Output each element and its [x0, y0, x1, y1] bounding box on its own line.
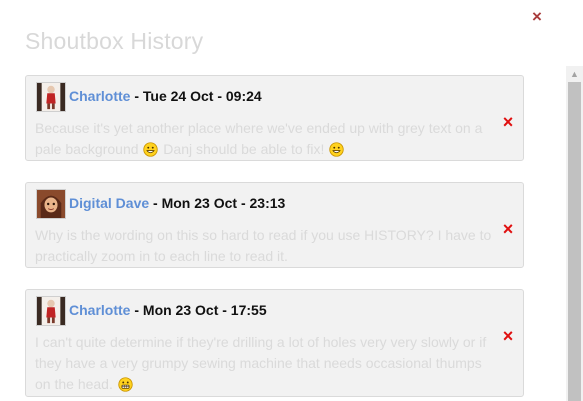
scrollbar[interactable]: ▲ — [566, 66, 583, 401]
avatar — [36, 82, 66, 112]
scroll-up-arrow-icon[interactable]: ▲ — [566, 66, 583, 82]
shout-date: Mon 23 Oct - 23:13 — [161, 195, 286, 211]
meta-separator: - — [130, 88, 143, 104]
meta-separator: - — [149, 195, 162, 211]
shout-message: I can't quite determine if they're drill… — [35, 332, 497, 395]
shout-message: Because it's yet another place where we'… — [35, 118, 497, 160]
shout-meta: Charlotte - Tue 24 Oct - 09:24 — [69, 88, 262, 104]
delete-shout-icon[interactable]: × — [500, 113, 516, 131]
author-link[interactable]: Charlotte — [69, 302, 130, 318]
scroll-thumb[interactable] — [568, 82, 581, 401]
shout-item: Digital Dave - Mon 23 Oct - 23:13 Why is… — [25, 182, 524, 268]
avatar — [36, 296, 66, 326]
shout-meta: Charlotte - Mon 23 Oct - 17:55 — [69, 302, 267, 318]
shout-date: Tue 24 Oct - 09:24 — [142, 88, 262, 104]
shout-message: Why is the wording on this so hard to re… — [35, 227, 492, 264]
message-text: I can't quite determine if they're drill… — [35, 334, 487, 392]
shout-list: Charlotte - Tue 24 Oct - 09:24 Because i… — [0, 0, 565, 401]
author-link[interactable]: Digital Dave — [69, 195, 149, 211]
grimace-smiley-icon — [118, 377, 133, 392]
message-text: Danj should be able to fix! — [159, 141, 329, 157]
delete-shout-icon[interactable]: × — [500, 327, 516, 345]
shout-date: Mon 23 Oct - 17:55 — [142, 302, 267, 318]
shout-item: Charlotte - Mon 23 Oct - 17:55 I can't q… — [25, 289, 524, 397]
shout-item: Charlotte - Tue 24 Oct - 09:24 Because i… — [25, 75, 524, 161]
grin-smiley-icon — [329, 142, 344, 157]
avatar — [36, 189, 66, 219]
meta-separator: - — [130, 302, 143, 318]
grin-smiley-icon — [143, 142, 159, 157]
author-link[interactable]: Charlotte — [69, 88, 130, 104]
delete-shout-icon[interactable]: × — [500, 220, 516, 238]
shout-meta: Digital Dave - Mon 23 Oct - 23:13 — [69, 195, 285, 211]
